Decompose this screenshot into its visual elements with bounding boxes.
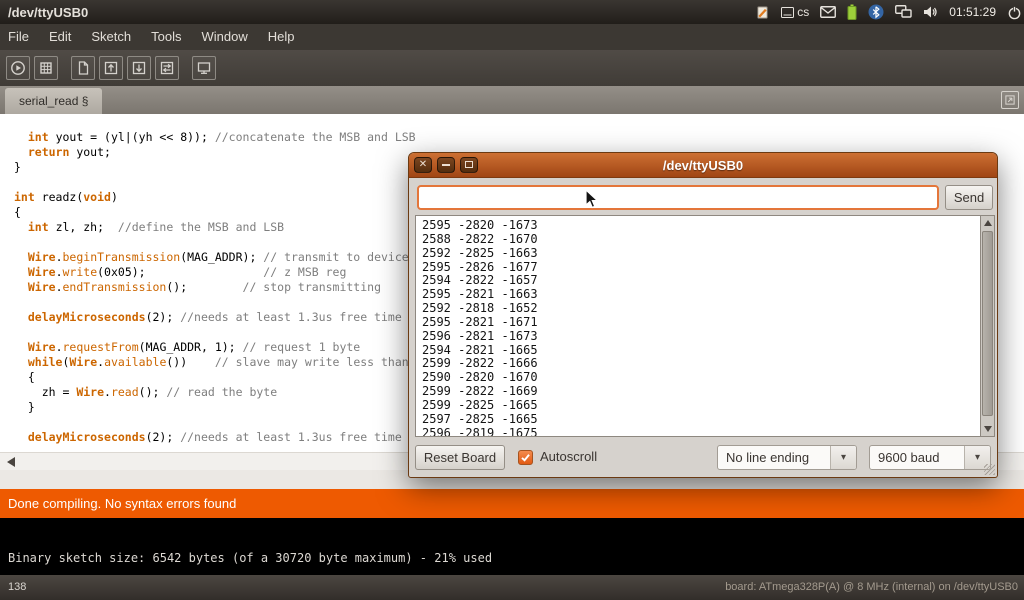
code-line: { — [14, 370, 416, 385]
tab-menu-icon — [1004, 94, 1016, 106]
code-line: Wire.endTransmission(); // stop transmit… — [14, 280, 416, 295]
reset-board-button[interactable]: Reset Board — [415, 445, 505, 470]
menu-item-tools[interactable]: Tools — [141, 24, 191, 50]
code-line — [14, 325, 416, 340]
line-number: 138 — [8, 575, 26, 600]
serial-output[interactable]: 2595 -2820 -1673 2588 -2822 -1670 2592 -… — [415, 215, 980, 437]
serial-monitor-window: ✕ /dev/ttyUSB0 Send 2595 -2820 -1673 258… — [408, 152, 998, 478]
menu-item-edit[interactable]: Edit — [39, 24, 81, 50]
code-line: { — [14, 205, 416, 220]
baud-value: 9600 baud — [870, 446, 964, 469]
code-line: return yout; — [14, 145, 416, 160]
volume-icon[interactable] — [923, 5, 938, 19]
code-line: zh = Wire.read(); // read the byte — [14, 385, 416, 400]
serial-output-lines: 2595 -2820 -1673 2588 -2822 -1670 2592 -… — [416, 216, 980, 437]
resize-grip[interactable] — [984, 464, 995, 475]
stop-button[interactable] — [34, 56, 58, 80]
code-line — [14, 295, 416, 310]
scroll-up-icon[interactable] — [981, 216, 994, 230]
code-line: delayMicroseconds(2); //needs at least 1… — [14, 310, 416, 325]
serial-monitor-title: /dev/ttyUSB0 — [409, 153, 997, 178]
tab-serial-read[interactable]: serial_read § — [5, 88, 102, 114]
code-area[interactable]: int yout = (yl|(yh << 8)); //concatenate… — [14, 130, 416, 445]
serial-monitor-icon — [196, 60, 212, 76]
bluetooth-icon[interactable] — [868, 4, 884, 20]
code-line: Wire.requestFrom(MAG_ADDR, 1); // reques… — [14, 340, 416, 355]
desktop: /dev/ttyUSB0 cs 01:51:29 FileEditSketchT… — [0, 0, 1024, 600]
code-line: } — [14, 400, 416, 415]
serial-input[interactable] — [417, 185, 939, 210]
power-icon[interactable] — [1007, 5, 1022, 20]
network-icon[interactable] — [895, 5, 912, 19]
status-footer: 138 board: ATmega328P(A) @ 8 MHz (intern… — [0, 575, 1024, 600]
code-line — [14, 415, 416, 430]
check-icon — [520, 452, 531, 463]
verify-icon — [10, 60, 26, 76]
console-message: Binary sketch size: 6542 bytes (of a 307… — [8, 551, 492, 565]
maximize-icon — [465, 161, 473, 168]
open-button[interactable] — [99, 56, 123, 80]
close-icon: ✕ — [419, 159, 427, 170]
tab-strip: serial_read § — [0, 86, 1024, 114]
new-sketch-button[interactable] — [71, 56, 95, 80]
compile-status-bar: Done compiling. No syntax errors found — [0, 489, 1024, 518]
scroll-left-icon[interactable] — [7, 457, 15, 467]
upload-button[interactable] — [155, 56, 179, 80]
baud-select[interactable]: 9600 baud ▾ — [869, 445, 991, 470]
minimize-button[interactable] — [437, 157, 455, 173]
send-button[interactable]: Send — [945, 185, 993, 210]
line-ending-value: No line ending — [718, 446, 830, 469]
chevron-down-icon[interactable]: ▾ — [830, 446, 856, 469]
open-icon — [103, 60, 119, 76]
new-sketch-icon — [75, 60, 91, 76]
menu-item-help[interactable]: Help — [258, 24, 305, 50]
menu-item-sketch[interactable]: Sketch — [81, 24, 141, 50]
save-icon — [131, 60, 147, 76]
menu-item-window[interactable]: Window — [191, 24, 257, 50]
clock[interactable]: 01:51:29 — [949, 5, 996, 19]
notes-icon[interactable] — [755, 5, 770, 20]
upload-icon — [159, 60, 175, 76]
code-line — [14, 235, 416, 250]
code-line: delayMicroseconds(2); //needs at least 1… — [14, 430, 416, 445]
mail-icon[interactable] — [820, 6, 836, 18]
code-line: Wire.write(0x05); // z MSB reg — [14, 265, 416, 280]
toolbar — [0, 50, 1024, 86]
code-line: int zl, zh; //define the MSB and LSB — [14, 220, 416, 235]
line-ending-select[interactable]: No line ending ▾ — [717, 445, 857, 470]
code-line: while(Wire.available()) // slave may wri… — [14, 355, 416, 370]
code-line: int yout = (yl|(yh << 8)); //concatenate… — [14, 130, 416, 145]
code-line: } — [14, 160, 416, 175]
mouse-cursor — [585, 189, 600, 213]
autoscroll-label: Autoscroll — [540, 444, 597, 470]
keyboard-layout-indicator[interactable]: cs — [781, 5, 809, 19]
keyboard-layout-label: cs — [797, 5, 809, 19]
top-panel: /dev/ttyUSB0 cs 01:51:29 — [0, 0, 1024, 24]
scrollbar-thumb[interactable] — [982, 231, 993, 416]
board-info: board: ATmega328P(A) @ 8 MHz (internal) … — [725, 575, 1018, 600]
tab-menu-button[interactable] — [1001, 91, 1019, 109]
system-tray[interactable]: cs 01:51:29 — [755, 0, 1022, 24]
menu-item-file[interactable]: File — [0, 24, 39, 50]
verify-button[interactable] — [6, 56, 30, 80]
code-line: int readz(void) — [14, 190, 416, 205]
maximize-button[interactable] — [460, 157, 478, 173]
code-line: Wire.beginTransmission(MAG_ADDR); // tra… — [14, 250, 416, 265]
autoscroll-checkbox[interactable] — [518, 450, 533, 465]
code-line — [14, 175, 416, 190]
save-button[interactable] — [127, 56, 151, 80]
minimize-icon — [442, 164, 450, 166]
build-console: Binary sketch size: 6542 bytes (of a 307… — [0, 518, 1024, 575]
serial-monitor-titlebar[interactable]: ✕ /dev/ttyUSB0 — [409, 153, 997, 178]
battery-icon[interactable] — [847, 4, 857, 20]
serial-scrollbar[interactable] — [980, 215, 995, 437]
menu-bar: FileEditSketchToolsWindowHelp — [0, 24, 1024, 50]
stop-icon — [38, 60, 54, 76]
close-button[interactable]: ✕ — [414, 157, 432, 173]
scroll-down-icon[interactable] — [981, 422, 994, 436]
serial-monitor-button[interactable] — [192, 56, 216, 80]
panel-window-title: /dev/ttyUSB0 — [0, 5, 88, 20]
